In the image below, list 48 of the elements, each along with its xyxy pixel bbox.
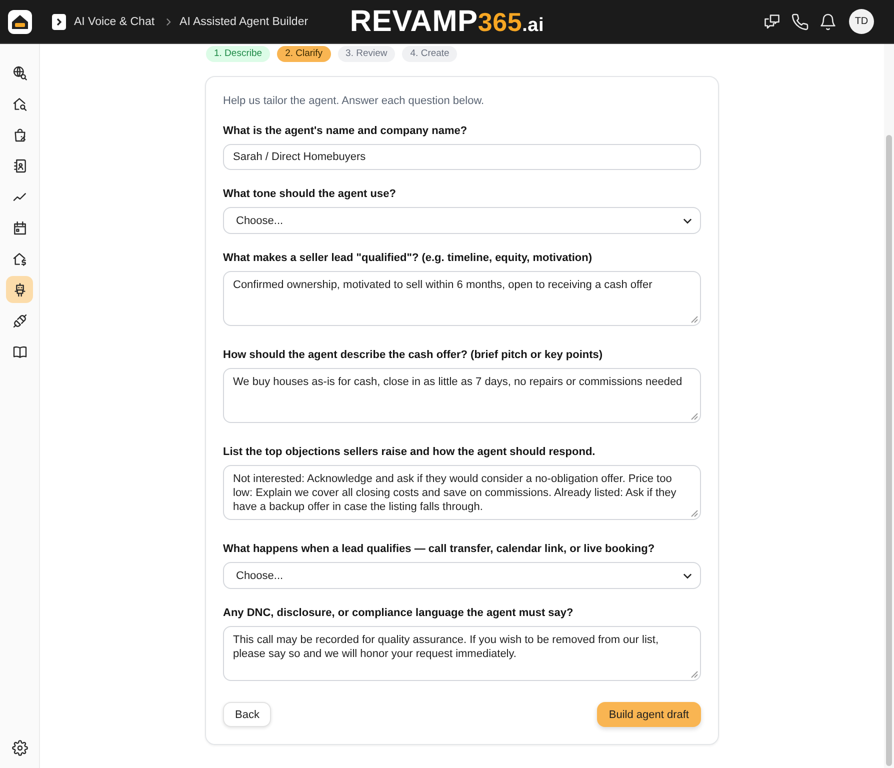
question-label: What is the agent's name and company name? [223,124,468,139]
question-label: What tone should the agent use? [223,187,397,202]
question-label: How should the agent describe the cash offer? (brief pitch or key points) [223,348,604,363]
question-label: Any DNC, disclosure, or compliance language the agent must say? [223,606,574,621]
house-dollar-icon [12,250,28,266]
house-logo-icon[interactable] [8,10,32,34]
question-label: What makes a seller lead "qualified"? (e.g. timeline, equity, motivation) [223,251,594,266]
breadcrumb-current: AI Assisted Agent Builder [180,16,308,28]
step-pill: 4. Create [402,46,458,62]
text-input[interactable]: Sarah / Direct Homebuyers [223,144,701,170]
chevron-right-icon [166,18,171,26]
calendar-icon [12,220,28,236]
phone-icon[interactable] [791,12,809,30]
house-search-icon [12,96,28,112]
step-pill: 2. Clarify [277,46,331,62]
text-area[interactable]: Not interested: Acknowledge and ask if they would consider a no-obligation offer. Price too low: Explain we cover all closing costs and save on commissions. Already listed: Ask if they have a backup offer in case the listing falls through. [223,465,701,520]
resize-handle-icon[interactable] [691,671,698,678]
intro-text: Help us tailor the agent. Answer each question below. [223,94,486,109]
step-pill: 3. Review [338,46,396,62]
brand-logo: REVAMP365.ai [350,6,544,36]
open-book-icon [12,344,28,360]
select-dropdown[interactable]: Choose... [223,562,701,589]
nav-button[interactable] [6,276,33,303]
text-area[interactable]: This call may be recorded for quality assurance. If you wish to be removed from our list, please say so and we will honor your request immediately. [223,626,701,681]
question-label: List the top objections sellers raise and how the agent should respond. [223,445,596,460]
select-dropdown[interactable]: Choose... [223,207,701,234]
step-pill: 1. Describe [206,46,270,62]
question-label: What happens when a lead qualifies — call transfer, calendar link, or live booking? [223,542,656,557]
back-button[interactable]: Back [223,702,272,727]
resize-handle-icon[interactable] [691,510,698,517]
settings-icon [12,740,28,756]
breadcrumb-link[interactable]: AI Voice & Chat [74,16,155,28]
scrollbar[interactable] [884,44,894,768]
plug-icon [12,312,28,328]
resize-handle-icon[interactable] [691,316,698,323]
chevron-down-icon [683,572,692,578]
scrollbar-thumb[interactable] [886,135,892,766]
bell-icon[interactable] [819,12,837,30]
text-area[interactable]: Confirmed ownership, motivated to sell within 6 months, open to receiving a cash offer [223,271,701,326]
build-draft-button[interactable]: Build agent draft [596,702,701,727]
user-avatar[interactable]: TD [849,9,874,34]
text-area[interactable]: We buy houses as-is for cash, close in as little as 7 days, no repairs or commissions needed [223,368,701,423]
chat-bubbles-icon[interactable] [763,12,781,30]
globe-search-icon [12,64,28,80]
resize-handle-icon[interactable] [691,413,698,420]
chevron-down-icon [683,218,692,224]
panel-toggle-icon[interactable] [52,14,66,30]
contact-book-icon [12,158,28,174]
